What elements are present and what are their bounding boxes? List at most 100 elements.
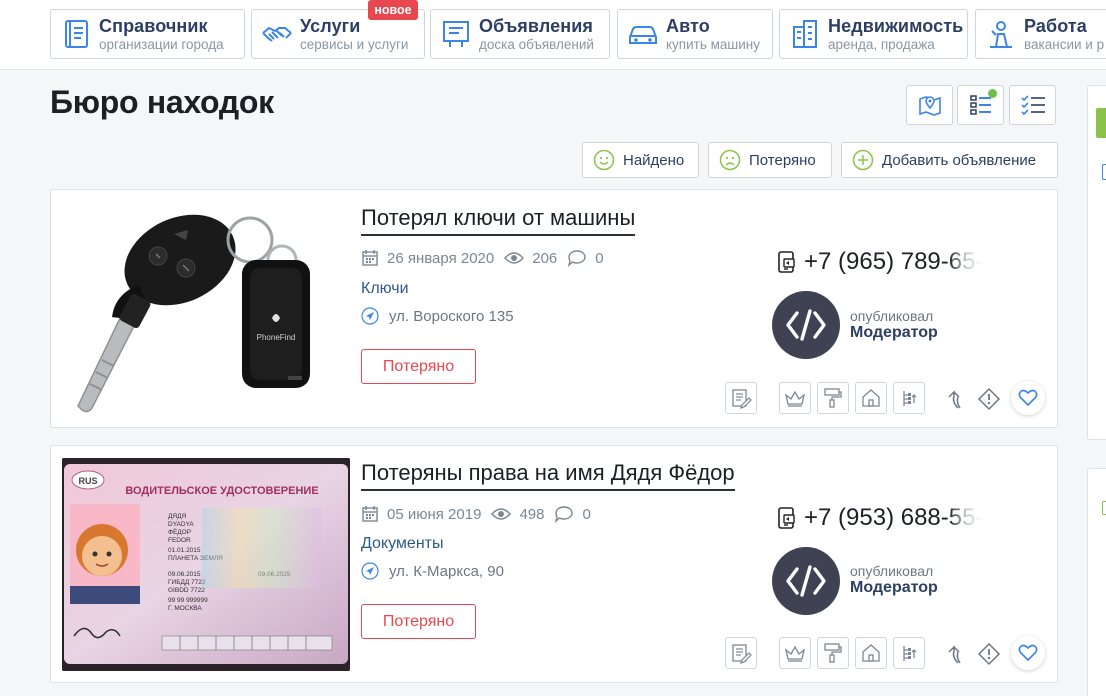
promote-crown-button[interactable] xyxy=(779,637,811,669)
nav-auto[interactable]: Авто купить машину xyxy=(617,9,773,59)
raise-listing-button[interactable] xyxy=(893,637,925,669)
author-name[interactable]: Модератор xyxy=(850,579,938,597)
svg-text:RUS: RUS xyxy=(78,476,97,486)
raise-listing-button[interactable] xyxy=(893,382,925,414)
listing-card: RUS ВОДИТЕЛЬСКОЕ УДОСТОВЕРЕНИЕ ДЯДЯ DYAD… xyxy=(50,445,1058,683)
sidebar-green-marker xyxy=(1102,501,1106,515)
edit-listing-button[interactable] xyxy=(725,382,757,414)
right-sidebar-panel-2 xyxy=(1087,468,1106,696)
listing-title[interactable]: Потеряны права на имя Дядя Фёдор xyxy=(361,460,735,491)
listing-comments: 0 xyxy=(595,249,604,267)
share-button[interactable] xyxy=(941,638,973,670)
directory-book-icon xyxy=(65,20,88,48)
handshake-icon xyxy=(262,26,292,42)
paint-roller-icon xyxy=(824,388,842,408)
highlight-paint-button[interactable] xyxy=(817,637,849,669)
lost-status-button[interactable]: Потеряно xyxy=(361,604,476,639)
nav-classifieds[interactable]: Объявления доска объявлений xyxy=(430,9,610,59)
svg-text:09.06.2015: 09.06.2015 xyxy=(168,571,201,578)
listing-date: 26 января 2020 xyxy=(387,249,495,267)
phone-visible-digits: +7 (953) 688- xyxy=(804,504,949,531)
promote-crown-button[interactable] xyxy=(779,382,811,414)
location-icon xyxy=(361,562,379,580)
nav-realty[interactable]: Недвижимость аренда, продажа xyxy=(779,9,968,59)
top-navigation: Справочник организации города Услуги сер… xyxy=(0,0,1106,70)
svg-text:GIBDD 7722: GIBDD 7722 xyxy=(168,587,205,594)
nav-directory[interactable]: Справочник организации города xyxy=(50,9,245,59)
phone-number[interactable]: +7 (965) 789- 65- xyxy=(776,248,983,276)
map-view-icon xyxy=(918,96,941,116)
listing-address: ул. К-Маркса, 90 xyxy=(361,562,504,580)
sidebar-checkbox[interactable] xyxy=(1102,164,1106,180)
checklist-view-icon xyxy=(1020,95,1045,116)
map-view-button[interactable] xyxy=(906,85,953,125)
highlight-paint-button[interactable] xyxy=(817,382,849,414)
nav-jobs-subtitle: вакансии и р xyxy=(1024,36,1105,52)
author-avatar[interactable] xyxy=(772,291,840,359)
nav-directory-subtitle: организации города xyxy=(99,36,224,52)
warning-diamond-icon xyxy=(977,387,1001,411)
listing-category-link[interactable]: Ключи xyxy=(361,280,409,298)
listing-title[interactable]: Потерял ключи от машины xyxy=(361,205,636,236)
heart-icon xyxy=(1018,389,1038,406)
edit-listing-button[interactable] xyxy=(725,637,757,669)
warning-diamond-icon xyxy=(977,642,1001,666)
published-by-label: опубликовал xyxy=(850,563,934,579)
favorite-button[interactable] xyxy=(1011,381,1045,415)
share-button[interactable] xyxy=(941,383,973,415)
heart-icon xyxy=(1018,644,1038,661)
sidebar-green-tab xyxy=(1096,108,1106,138)
location-icon xyxy=(361,307,379,325)
author-name[interactable]: Модератор xyxy=(850,324,938,342)
svg-text:Г. МОСКВА: Г. МОСКВА xyxy=(168,605,202,612)
listing-address-text: ул. Вороского 135 xyxy=(389,307,514,325)
author-avatar[interactable] xyxy=(772,547,840,615)
listing-comments: 0 xyxy=(582,505,591,523)
nav-auto-title: Авто xyxy=(666,15,710,36)
active-indicator-dot xyxy=(988,89,997,98)
listing-photo-car-keys[interactable]: PhoneFind xyxy=(62,200,350,416)
eye-icon xyxy=(491,508,512,520)
nav-realty-subtitle: аренда, продажа xyxy=(828,36,935,52)
add-listing-label: Добавить объявление xyxy=(882,151,1037,169)
home-icon xyxy=(862,644,880,662)
buildings-icon xyxy=(793,20,817,48)
page-title: Бюро находок xyxy=(50,84,274,120)
pin-home-button[interactable] xyxy=(855,637,887,669)
share-arrow-icon xyxy=(948,645,961,664)
report-button[interactable] xyxy=(973,383,1005,415)
svg-text:ГИБДД 7722: ГИБДД 7722 xyxy=(168,579,206,586)
pin-home-button[interactable] xyxy=(855,382,887,414)
found-filter-button[interactable]: Найдено xyxy=(582,142,699,178)
tree-up-icon xyxy=(903,646,917,661)
add-listing-button[interactable]: Добавить объявление xyxy=(841,142,1058,178)
crown-icon xyxy=(784,645,806,662)
listing-photo-drivers-license[interactable]: RUS ВОДИТЕЛЬСКОЕ УДОСТОВЕРЕНИЕ ДЯДЯ DYAD… xyxy=(62,458,350,671)
listing-meta: 26 января 2020 206 0 xyxy=(361,249,604,267)
listing-address-text: ул. К-Маркса, 90 xyxy=(389,562,504,580)
phone-hidden-digits: 55- xyxy=(948,504,984,531)
nav-jobs[interactable]: Работа вакансии и р xyxy=(975,9,1106,59)
phone-visible-digits: +7 (965) 789- xyxy=(804,248,949,275)
report-button[interactable] xyxy=(973,638,1005,670)
listing-category-link[interactable]: Документы xyxy=(361,535,443,553)
worker-icon xyxy=(990,21,1012,48)
drivers-license-image: RUS ВОДИТЕЛЬСКОЕ УДОСТОВЕРЕНИЕ ДЯДЯ DYAD… xyxy=(62,458,350,671)
listing-address: ул. Вороского 135 xyxy=(361,307,514,325)
phone-number[interactable]: +7 (953) 688- 55- xyxy=(776,504,983,532)
sad-face-icon xyxy=(719,149,741,171)
favorite-button[interactable] xyxy=(1011,636,1045,670)
crown-icon xyxy=(784,390,806,407)
paint-roller-icon xyxy=(824,643,842,663)
comment-icon xyxy=(555,506,574,523)
lost-filter-button[interactable]: Потеряно xyxy=(708,142,832,178)
share-arrow-icon xyxy=(948,390,961,409)
checklist-view-button[interactable] xyxy=(1009,85,1056,125)
svg-text:PhoneFind: PhoneFind xyxy=(257,333,296,342)
list-view-button[interactable] xyxy=(957,85,1004,125)
lost-status-button[interactable]: Потеряно xyxy=(361,349,476,384)
calendar-icon xyxy=(362,506,378,522)
code-brackets-icon xyxy=(786,309,826,341)
nav-directory-title: Справочник xyxy=(99,15,208,36)
listing-views: 498 xyxy=(519,505,545,523)
